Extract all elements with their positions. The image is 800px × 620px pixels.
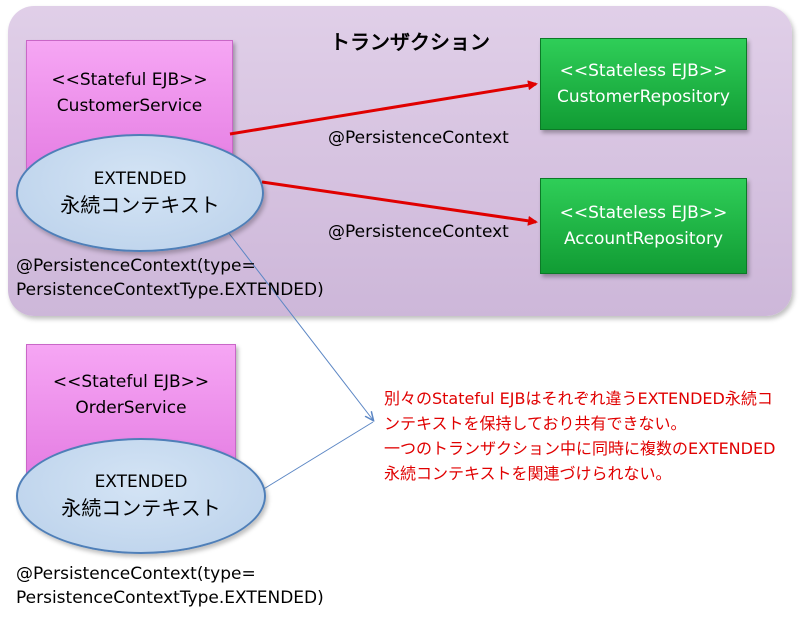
note-block: 別々のStateful EJBはそれぞれ違うEXTENDED永続コ ンテキストを… (384, 386, 775, 486)
note-line-4: 永続コンテキストを関連づけられない。 (384, 464, 672, 483)
order-annotation-line1: @PersistenceContext(type= (16, 564, 256, 584)
customer-annotation-line1: @PersistenceContext(type= (16, 256, 256, 276)
note-line-2: ンテキストを保持しており共有できない。 (384, 414, 687, 433)
order-persistence-context: EXTENDED 永続コンテキスト (16, 438, 266, 554)
arrow-label-account-repository: @PersistenceContext (328, 222, 509, 242)
order-context-label: 永続コンテキスト (61, 496, 221, 520)
arrow-to-customer-repository (229, 80, 538, 136)
customer-persistence-context: EXTENDED 永続コンテキスト (16, 134, 264, 252)
note-line-3: 一つのトランザクション中に同時に複数のEXTENDED (384, 439, 776, 458)
note-connector-line-2 (261, 421, 374, 491)
customer-context-label: 永続コンテキスト (60, 193, 220, 217)
arrow-to-account-repository (261, 180, 538, 226)
customer-context-type: EXTENDED (93, 169, 187, 189)
note-line-1: 別々のStateful EJBはそれぞれ違うEXTENDED永続コ (384, 389, 773, 408)
customer-annotation-line2: PersistenceContextType.EXTENDED) (16, 280, 324, 300)
arrow-label-customer-repository: @PersistenceContext (328, 128, 509, 148)
order-context-type: EXTENDED (94, 472, 188, 492)
order-annotation-line2: PersistenceContextType.EXTENDED) (16, 588, 324, 608)
